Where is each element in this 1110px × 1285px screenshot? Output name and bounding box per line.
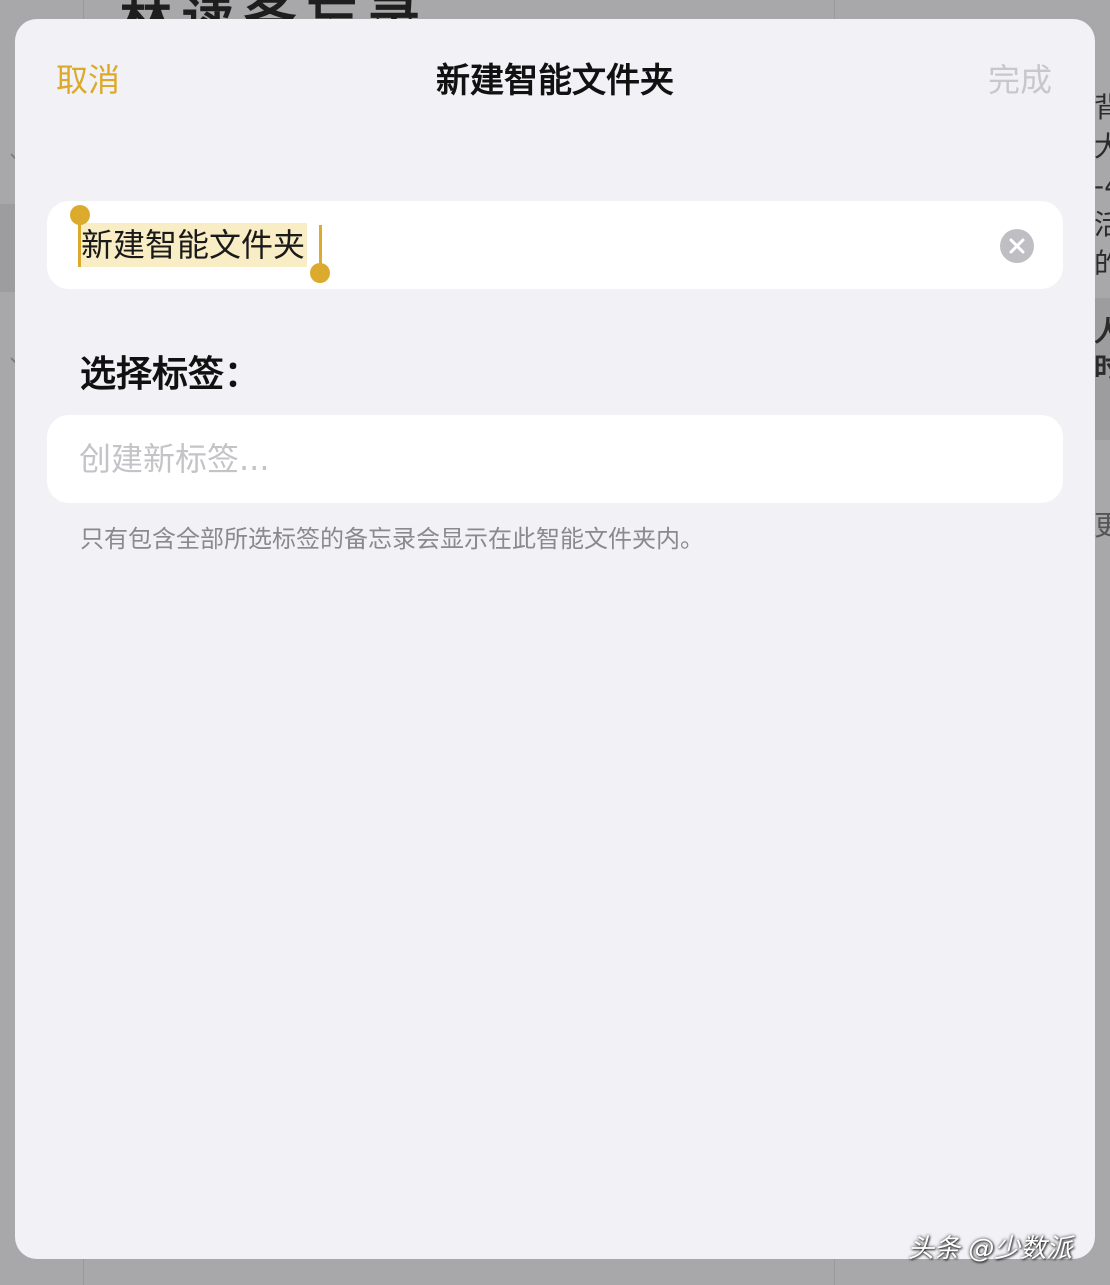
done-button[interactable]: 完成: [988, 55, 1052, 101]
preview-char: 时: [1094, 351, 1110, 384]
preview-char: 背: [1094, 91, 1110, 124]
background-note-preview: 背 大 -4 活 的: [1094, 88, 1110, 283]
preview-char: 人: [1094, 315, 1110, 348]
watermark: 头条 @少数派: [908, 1234, 1073, 1264]
selection-end-handle[interactable]: [310, 263, 330, 283]
preview-char: -4: [1094, 169, 1110, 202]
preview-char: 的: [1094, 247, 1110, 280]
preview-char: 大: [1094, 130, 1110, 163]
folder-name-field[interactable]: 新建智能文件夹: [47, 201, 1063, 289]
preview-char: 更: [1094, 509, 1110, 542]
new-tag-field[interactable]: [47, 415, 1063, 503]
new-tag-input[interactable]: [79, 415, 1019, 503]
tags-footer-note: 只有包含全部所选标签的备忘录会显示在此智能文件夹内。: [80, 525, 704, 553]
select-tags-header: 选择标签：: [80, 354, 261, 395]
clear-circle-icon[interactable]: [1000, 229, 1034, 263]
sheet-title: 新建智能文件夹: [436, 61, 674, 101]
background-note-preview-2: 更: [1094, 506, 1110, 545]
new-smart-folder-sheet: 取消 新建智能文件夹 完成 新建智能文件夹 选择标签： 只有包含全部所选标签的备…: [15, 19, 1095, 1259]
folder-name-value[interactable]: 新建智能文件夹: [79, 223, 308, 267]
background-note-title: 人 时: [1094, 314, 1110, 386]
selection-start-bar: [78, 221, 81, 267]
preview-char: 活: [1094, 208, 1110, 241]
